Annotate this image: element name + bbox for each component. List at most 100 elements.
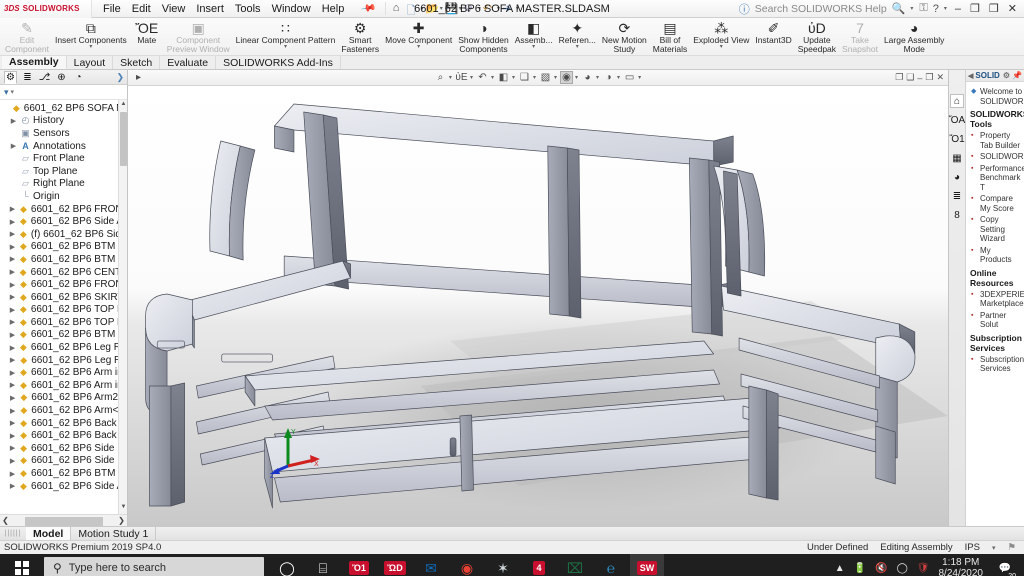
question-circle-icon[interactable]: ⓘ: [739, 1, 750, 17]
view-toolbar-center[interactable]: ⌕▾ὐE▾↶▾◧▾❑▾▧▾◉▾◕▾◑▾▭▾: [128, 71, 948, 84]
task-pane-link[interactable]: ▪Performance Benchmark T: [970, 162, 1021, 193]
expand-chevron-icon[interactable]: ▶: [9, 218, 16, 226]
ribbon-item-mate[interactable]: ὌEMate: [130, 19, 164, 56]
restore-window-icon[interactable]: ❐: [895, 72, 903, 83]
ribbon-item-move-component[interactable]: ✚Move Component▾: [382, 19, 455, 56]
restore-window-button[interactable]: ❐: [968, 2, 982, 15]
quick-access-toolbar[interactable]: ⌂ 🗋 ▾ 📂 ▾ 💾 ▾ ⎉ ▾ ↶ ▾ ➔ ▾: [385, 2, 520, 15]
maximize-window-icon[interactable]: ❑: [906, 72, 914, 83]
previous-view-icon[interactable]: ↶: [476, 71, 489, 84]
windows-start-icon[interactable]: [0, 554, 44, 576]
view-orientation-caret-icon[interactable]: ▾: [533, 74, 536, 81]
command-tab-solidworks-add-ins[interactable]: SOLIDWORKS Add-Ins: [216, 56, 341, 69]
feature-tree-horizontal-scrollbar[interactable]: ❮ ❯: [0, 514, 127, 526]
hscroll-track[interactable]: [11, 516, 116, 526]
microsoft-teams-icon[interactable]: ὆4: [522, 554, 556, 576]
document-tab-bar[interactable]: |||||| ModelMotion Study 1: [0, 526, 1024, 540]
apply-scene-icon[interactable]: ◕: [581, 71, 594, 84]
user-account-icon[interactable]: ⚿: [919, 2, 927, 15]
ribbon-item-take-snapshot[interactable]: ὏7Take Snapshot: [839, 19, 881, 56]
display-style-icon[interactable]: ▧: [539, 71, 552, 84]
shield-icon[interactable]: 🛡: [917, 563, 930, 574]
magnifier-icon[interactable]: 🔍: [892, 2, 906, 15]
close-window-button[interactable]: ✕: [1006, 2, 1019, 15]
hscroll-thumb[interactable]: [25, 517, 103, 526]
microsoft-excel-icon[interactable]: ⌧: [558, 554, 592, 576]
taskbar-app-icons[interactable]: ◯⌸Ὄ1ὬD✉◉✶὆4⌧℮SW: [270, 554, 664, 576]
graphics-area[interactable]: Y X Z: [128, 86, 948, 526]
minimize-document-icon[interactable]: –: [917, 73, 922, 83]
tree-node-14[interactable]: ▶◆6601_62 BP6 SKIRT RAIL<: [0, 291, 127, 304]
tree-node-1[interactable]: ▣Sensors: [0, 127, 127, 140]
google-chrome-icon[interactable]: ◉: [450, 554, 484, 576]
expand-chevron-icon[interactable]: ▶: [9, 482, 16, 490]
heads-up-view-toolbar[interactable]: ▸ ⌕▾ὐE▾↶▾◧▾❑▾▧▾◉▾◕▾◑▾▭▾ ❐❑–❒✕: [128, 70, 948, 86]
expand-chevron-icon[interactable]: ▶: [9, 255, 16, 263]
task-pane-link[interactable]: ▪3DEXPERIENCE Marketplace: [970, 288, 1021, 309]
tab-grip-handle[interactable]: ||||||: [0, 527, 26, 540]
expand-chevron-icon[interactable]: ▶: [9, 419, 16, 427]
hide-show-items-caret-icon[interactable]: ▾: [575, 74, 578, 81]
viewport-caret-icon[interactable]: ▾: [638, 74, 641, 81]
select-caret-icon[interactable]: ▾: [516, 5, 519, 12]
ribbon-item-instant3d[interactable]: ✐Instant3D: [752, 19, 794, 56]
task-pane-link[interactable]: ▪Subscription Services: [970, 353, 1021, 374]
expand-chevron-icon[interactable]: ▶: [9, 432, 16, 440]
solidworks-icon[interactable]: SW: [630, 554, 664, 576]
sofa-frame-model[interactable]: [128, 86, 948, 526]
undo-icon[interactable]: ↶: [483, 2, 496, 15]
ribbon-item-show-hidden-components[interactable]: ◑Show Hidden Components: [455, 19, 512, 56]
file-explorer-icon[interactable]: Ὄ1: [342, 554, 376, 576]
zoom-to-fit-icon[interactable]: ⌕: [434, 71, 447, 84]
ribbon-item-dropdown-icon[interactable]: ▾: [532, 45, 535, 50]
tree-node-15[interactable]: ▶◆6601_62 BP6 TOP BACK C: [0, 304, 127, 317]
expand-chevron-icon[interactable]: ▶: [9, 293, 16, 301]
menu-file[interactable]: File: [102, 3, 122, 15]
ribbon-item-dropdown-icon[interactable]: ▾: [417, 45, 420, 50]
filter-icon[interactable]: ▾: [4, 87, 9, 98]
menu-insert[interactable]: Insert: [195, 3, 225, 15]
section-view-icon[interactable]: ◧: [497, 71, 510, 84]
expand-chevron-icon[interactable]: ▶: [9, 230, 16, 238]
tree-node-25[interactable]: ▶◆6601_62 BP6 Back Post<2: [0, 429, 127, 442]
tree-node-11[interactable]: ▶◆6601_62 BP6 BTM RAIL2 <: [0, 253, 127, 266]
cortana-icon[interactable]: ◯: [270, 554, 304, 576]
ribbon-item-edit-component[interactable]: ✎Edit Component: [2, 19, 52, 56]
feature-filter-bar[interactable]: ▾ ▾: [0, 85, 127, 100]
feature-manager-tab-strip[interactable]: ⚙≣⎇⊕◔❯: [0, 70, 127, 85]
chevron-left-icon[interactable]: ❮: [0, 516, 11, 525]
expand-chevron-icon[interactable]: ▶: [9, 470, 16, 478]
expand-chevron-icon[interactable]: ▶: [9, 356, 16, 364]
select-icon[interactable]: ➔: [502, 2, 515, 15]
ribbon-item-smart-fasteners[interactable]: ⚙Smart Fasteners: [338, 19, 382, 56]
units-caret-icon[interactable]: ▾: [992, 544, 996, 552]
command-tab-assembly[interactable]: Assembly: [2, 56, 67, 69]
help-caret-icon[interactable]: ▾: [944, 5, 947, 12]
tag-icon[interactable]: ⚑: [1007, 542, 1016, 553]
sw-resources-tab[interactable]: ⌂: [950, 94, 964, 108]
tree-node-20[interactable]: ▶◆6601_62 BP6 Arm inner Su: [0, 366, 127, 379]
tree-node-19[interactable]: ▶◆6601_62 BP6 Leg Rail<2>: [0, 354, 127, 367]
task-pane-link[interactable]: ▪My Products: [970, 244, 1021, 265]
home-icon[interactable]: ⌂: [393, 2, 406, 15]
tree-node-26[interactable]: ▶◆6601_62 BP6 Side Pull<1>: [0, 442, 127, 455]
open-document-icon[interactable]: 📂: [426, 2, 439, 15]
chevron-up-icon[interactable]: ▲: [835, 563, 845, 574]
display-manager-tab[interactable]: ◔: [72, 71, 85, 84]
tree-node-0[interactable]: ▶◴History: [0, 115, 127, 128]
tree-node-5[interactable]: ▱Right Plane: [0, 178, 127, 191]
task-pane-link[interactable]: ▪Partner Solut: [970, 309, 1021, 330]
tree-node-7[interactable]: ▶◆6601_62 BP6 FRONT RAIL: [0, 203, 127, 216]
microsoft-edge-icon[interactable]: ℮: [594, 554, 628, 576]
undo-caret-icon[interactable]: ▾: [497, 5, 500, 12]
task-pane-link[interactable]: ▪Property Tab Builder: [970, 129, 1021, 150]
print-caret-icon[interactable]: ▾: [478, 5, 481, 12]
ribbon-item-dropdown-icon[interactable]: ▾: [89, 45, 92, 50]
tree-root-node[interactable]: ◆6601_62 BP6 SOFA MASTER: [0, 102, 127, 115]
taskbar-search-input[interactable]: ⚲ Type here to search: [44, 557, 264, 576]
tree-node-28[interactable]: ▶◆6601_62 BP6 BTM RAIL<2: [0, 467, 127, 480]
command-tab-layout[interactable]: Layout: [67, 56, 114, 69]
menu-help[interactable]: Help: [321, 3, 346, 15]
expand-chevron-icon[interactable]: ▶: [9, 344, 16, 352]
ribbon-item-bill-of-materials[interactable]: ▤Bill of Materials: [650, 19, 690, 56]
